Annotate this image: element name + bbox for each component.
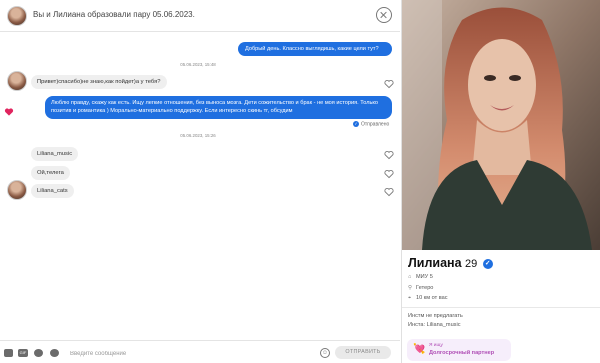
like-heart-icon[interactable]: [384, 187, 394, 197]
profile-photo[interactable]: [402, 0, 600, 250]
distance-text: 10 км от вас: [416, 295, 448, 301]
chat-panel: Вы и Лилиана образовали пару 05.06.2023.…: [0, 0, 400, 363]
profile-name: Лилиана 29 ✓: [408, 256, 493, 270]
sticker-icon[interactable]: [4, 349, 13, 357]
like-heart-icon[interactable]: [384, 150, 394, 160]
message-incoming[interactable]: Привет)спасибо)не знаю,как пойдет)а у те…: [31, 75, 167, 89]
sent-check-icon: ✓: [353, 121, 359, 127]
message-outgoing[interactable]: Люблю правду, скажу как есть. Ищу легкие…: [45, 96, 392, 119]
send-button[interactable]: ОТПРАВИТЬ: [335, 346, 391, 359]
message-timestamp: 05.06.2023, 15:26: [180, 133, 216, 138]
match-avatar[interactable]: [7, 6, 27, 26]
person-icon: ⚲: [408, 285, 413, 291]
profile-panel: Лилиана 29 ✓ ⌂ МИУ 5 ⚲ Гетеро ⌖ 10 км от ва…: [401, 0, 600, 363]
sender-avatar[interactable]: [7, 71, 27, 91]
profile-age: 29: [465, 258, 478, 270]
close-button[interactable]: [376, 7, 392, 23]
message-composer: GIF ☺ ОТПРАВИТЬ: [0, 340, 400, 363]
sent-status-text: Отправлено: [361, 121, 390, 128]
orientation-text: Гетеро: [416, 285, 434, 291]
profile-bio-line: Инста: Liliana_music: [408, 322, 461, 328]
profile-photo-art: [402, 0, 600, 250]
location-icon: ⌖: [408, 295, 412, 301]
education-text: МИУ 5: [416, 274, 433, 280]
heart-arrow-icon: 💘: [413, 344, 426, 355]
chat-header: Вы и Лилиана образовали пару 05.06.2023.: [0, 0, 400, 32]
seeking-label: Я ищу: [429, 343, 443, 348]
message-outgoing[interactable]: Добрый день. Классно выглядишь, какие це…: [238, 42, 392, 56]
like-heart-icon[interactable]: [384, 79, 394, 89]
message-incoming[interactable]: Ой,телега: [31, 166, 70, 180]
message-incoming[interactable]: Liliana_music: [31, 147, 79, 161]
profile-orientation: ⚲ Гетеро: [408, 285, 433, 291]
message-incoming[interactable]: Liliana_cats: [31, 184, 74, 198]
spotify-icon[interactable]: [34, 349, 43, 357]
seeking-card: 💘 Я ищу Долгосрочный партнер: [407, 339, 511, 361]
profile-bio-line: Инстм не предлагать: [408, 313, 463, 319]
message-timestamp: 05.06.2023, 15:48: [180, 62, 216, 67]
emoji-icon[interactable]: ☺: [320, 348, 330, 358]
verified-icon: ✓: [482, 259, 493, 269]
like-heart-icon[interactable]: [384, 169, 394, 179]
match-title: Вы и Лилиана образовали пару 05.06.2023.: [33, 10, 195, 19]
education-icon: ⌂: [408, 274, 412, 280]
profile-distance: ⌖ 10 км от вас: [408, 295, 448, 302]
profile-divider: [402, 307, 600, 308]
liked-heart-icon[interactable]: [4, 107, 14, 117]
profile-education: ⌂ МИУ 5: [408, 274, 433, 280]
gif-button[interactable]: GIF: [18, 349, 28, 357]
sender-avatar[interactable]: [7, 180, 27, 200]
seeking-value: Долгосрочный партнер: [429, 350, 495, 356]
sent-status: ✓ Отправлено: [353, 121, 389, 127]
message-input[interactable]: [68, 346, 312, 361]
profile-name-text: Лилиана: [408, 256, 462, 270]
music-icon[interactable]: [50, 349, 59, 357]
